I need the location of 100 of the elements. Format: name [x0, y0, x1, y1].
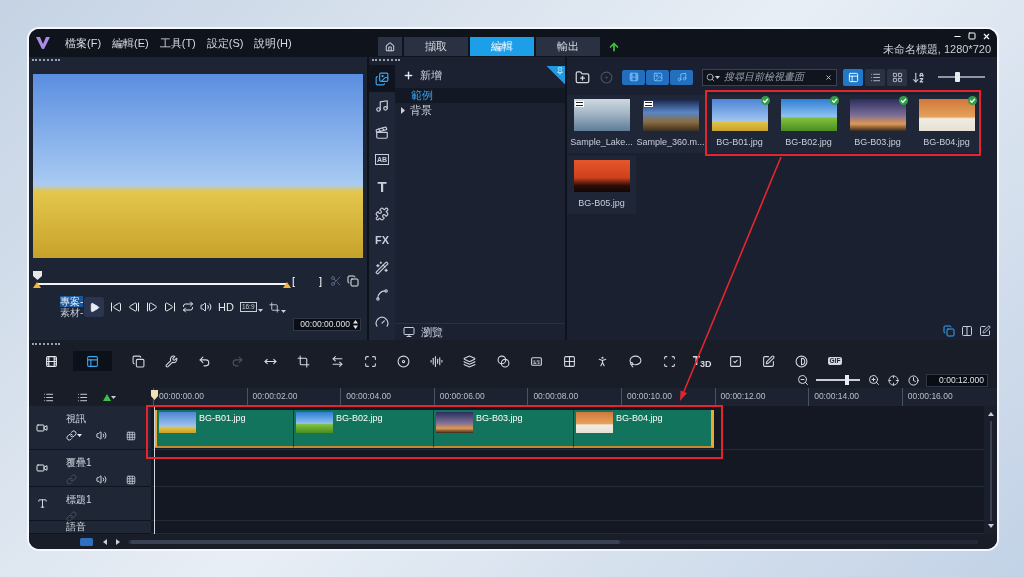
- trim-marker-icon[interactable]: [283, 282, 291, 288]
- grid-icon[interactable]: [126, 474, 136, 485]
- timecode-field[interactable]: 00:00:00.000: [293, 318, 361, 331]
- edit-icon[interactable]: [979, 325, 991, 337]
- list-icon[interactable]: [77, 391, 88, 403]
- media-item[interactable]: BG-B01.jpg: [705, 95, 774, 153]
- slider-thumb[interactable]: [844, 375, 849, 385]
- copy-icon[interactable]: [131, 354, 145, 368]
- lasso-icon[interactable]: [629, 354, 643, 368]
- media-item[interactable]: BG-B02.jpg: [774, 95, 843, 153]
- zoom-slider-track[interactable]: [816, 375, 860, 385]
- video-clip[interactable]: BG-B04.jpg: [574, 410, 714, 448]
- volume-icon[interactable]: [200, 301, 212, 313]
- repeat-icon[interactable]: [182, 301, 194, 313]
- zoom-out-icon[interactable]: [797, 374, 809, 386]
- scrollbar-thumb[interactable]: [989, 421, 992, 521]
- filter-button[interactable]: [646, 69, 669, 85]
- browse-button[interactable]: 瀏覽: [403, 325, 443, 339]
- hd-button[interactable]: HD: [218, 300, 234, 314]
- view-button[interactable]: [887, 68, 907, 86]
- duration-field[interactable]: 0:00:12.000: [926, 373, 988, 387]
- volume-icon[interactable]: [96, 430, 107, 441]
- grip-handle[interactable]: [32, 343, 60, 345]
- layers-icon[interactable]: [463, 354, 477, 368]
- crop-icon[interactable]: [268, 301, 280, 313]
- link-icon[interactable]: [66, 430, 77, 441]
- category-tab[interactable]: T: [369, 173, 395, 200]
- menu-item[interactable]: 檔案(F): [65, 36, 102, 50]
- scroll-right-icon[interactable]: [116, 538, 120, 545]
- folder-plus-icon[interactable]: [575, 69, 590, 85]
- trim-marker-icon[interactable]: [33, 282, 41, 288]
- size-slider-track[interactable]: [938, 72, 985, 82]
- mode-tab[interactable]: 擷取: [404, 37, 468, 56]
- filter-button[interactable]: [670, 69, 693, 85]
- video-clip[interactable]: BG-B02.jpg: [294, 410, 434, 448]
- folder-item[interactable]: 範例: [395, 88, 565, 103]
- grip-handle[interactable]: [32, 59, 60, 61]
- mode-option[interactable]: 素材-: [60, 307, 84, 318]
- view-button[interactable]: [865, 68, 885, 86]
- step-back-icon[interactable]: [128, 301, 140, 313]
- check-square-icon[interactable]: [728, 354, 742, 368]
- circles-icon[interactable]: [496, 354, 510, 368]
- columns-icon[interactable]: [961, 325, 973, 337]
- slider-thumb[interactable]: [954, 72, 960, 82]
- mark-in-button[interactable]: [: [292, 275, 296, 288]
- view-button[interactable]: [843, 68, 863, 86]
- frame-icon[interactable]: [662, 354, 676, 368]
- edit-icon[interactable]: [762, 354, 776, 368]
- contrast-icon[interactable]: [795, 354, 809, 368]
- triangle-icon[interactable]: [103, 393, 111, 401]
- mode-tab[interactable]: 輸出: [536, 37, 600, 56]
- menu-item[interactable]: 工具(T): [159, 36, 196, 50]
- menu-item[interactable]: 說明(H): [254, 36, 292, 50]
- caption-icon[interactable]: [529, 354, 543, 368]
- category-tab[interactable]: FX: [369, 227, 395, 254]
- copy-icon[interactable]: [347, 275, 360, 287]
- media-item[interactable]: BG-B05.jpg: [567, 156, 636, 214]
- skip-forward-icon[interactable]: [164, 301, 176, 313]
- scissors-icon[interactable]: [330, 275, 343, 287]
- up-arrow-icon[interactable]: [608, 41, 620, 53]
- wrench-icon[interactable]: [164, 354, 178, 368]
- folder-item[interactable]: 背景: [395, 103, 565, 118]
- media-item[interactable]: Sample_Lake...: [567, 95, 636, 153]
- crop-icon[interactable]: [297, 354, 311, 368]
- scrollbar-thumb[interactable]: [130, 539, 620, 544]
- grid-icon[interactable]: [562, 354, 576, 368]
- filter-button[interactable]: [622, 69, 645, 85]
- undo-icon[interactable]: [197, 354, 211, 368]
- pin-button[interactable]: [546, 65, 565, 85]
- grip-handle[interactable]: [372, 59, 400, 61]
- add-button[interactable]: 新增: [403, 68, 442, 82]
- audio-wave-icon[interactable]: [430, 354, 444, 368]
- close-icon[interactable]: [982, 31, 991, 41]
- spinner-icon[interactable]: [353, 320, 358, 329]
- view-mode-button[interactable]: [73, 351, 112, 371]
- mark-out-button[interactable]: ]: [319, 275, 323, 288]
- media-item[interactable]: BG-B03.jpg: [843, 95, 912, 153]
- rounded-rectangle-icon[interactable]: [80, 537, 93, 546]
- scrubber-thumb[interactable]: [33, 271, 42, 280]
- menu-item[interactable]: 編輯(E): [112, 36, 149, 50]
- scroll-up-icon[interactable]: [987, 412, 994, 416]
- sort-icon[interactable]: [912, 70, 925, 84]
- playhead-handle[interactable]: [151, 390, 158, 400]
- category-tab[interactable]: [369, 65, 395, 92]
- media-item[interactable]: BG-B04.jpg: [912, 95, 981, 153]
- corners-icon[interactable]: [363, 354, 377, 368]
- maximize-icon[interactable]: [968, 32, 976, 40]
- scroll-left-icon[interactable]: [103, 538, 107, 545]
- video-clip[interactable]: BG-B01.jpg: [154, 410, 294, 448]
- clear-icon[interactable]: [825, 73, 832, 81]
- play-button[interactable]: [84, 297, 104, 317]
- mode-option[interactable]: 專案-: [60, 296, 84, 307]
- search-field[interactable]: 搜尋目前檢視畫面: [702, 68, 837, 86]
- crosshair-icon[interactable]: [888, 374, 899, 386]
- home-button[interactable]: [378, 37, 402, 56]
- media-item[interactable]: Sample_360.m...: [636, 95, 705, 153]
- step-forward-icon[interactable]: [146, 301, 158, 313]
- menu-item[interactable]: 設定(S): [206, 36, 244, 50]
- grid-icon[interactable]: [126, 430, 136, 441]
- video-clip[interactable]: BG-B03.jpg: [434, 410, 574, 448]
